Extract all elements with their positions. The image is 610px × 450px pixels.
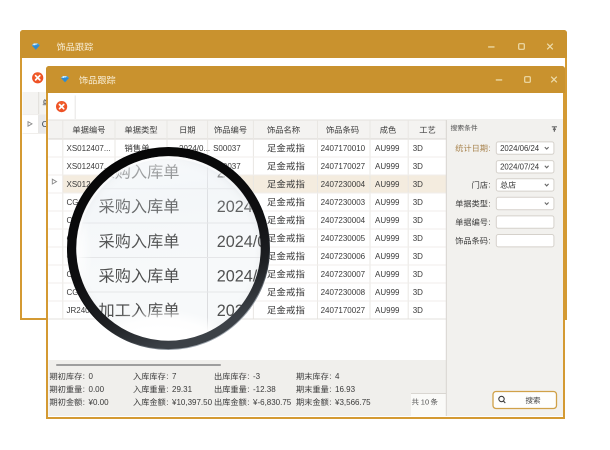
svg-text:AU999: AU999 (375, 198, 400, 207)
svg-text:AU999: AU999 (375, 180, 400, 189)
svg-text:AU999: AU999 (375, 234, 400, 243)
svg-text:4: 4 (335, 372, 340, 381)
svg-text:2024/06/24: 2024/06/24 (500, 144, 540, 153)
svg-text:3D: 3D (413, 198, 423, 207)
svg-text:3D: 3D (413, 234, 423, 243)
svg-text:2407230003: 2407230003 (321, 198, 366, 207)
svg-text::: : (329, 372, 331, 381)
svg-text::: : (166, 372, 168, 381)
svg-text::: : (329, 385, 331, 394)
svg-text:2407230004: 2407230004 (321, 180, 366, 189)
svg-text::: : (83, 372, 85, 381)
svg-text:2407230004: 2407230004 (321, 216, 366, 225)
svg-text:2407230008: 2407230008 (321, 288, 366, 297)
svg-text:AU999: AU999 (375, 270, 400, 279)
svg-text::: : (329, 398, 331, 407)
svg-text::: : (83, 385, 85, 394)
svg-text:AU999: AU999 (375, 216, 400, 225)
svg-text:AU999: AU999 (375, 306, 400, 315)
svg-text::: : (166, 385, 168, 394)
svg-text:3D: 3D (413, 270, 423, 279)
svg-text:-12.38: -12.38 (253, 385, 276, 394)
svg-text:-3: -3 (253, 372, 261, 381)
svg-text:16.93: 16.93 (335, 385, 356, 394)
svg-text:2407170027: 2407170027 (321, 306, 366, 315)
svg-text:¥0.00: ¥0.00 (88, 398, 110, 407)
svg-text:7: 7 (172, 372, 177, 381)
svg-text:0: 0 (89, 372, 94, 381)
svg-text:¥-6,830.75: ¥-6,830.75 (252, 398, 292, 407)
svg-text:AU999: AU999 (375, 288, 400, 297)
svg-text:AU999: AU999 (375, 162, 400, 171)
svg-text:2407230007: 2407230007 (321, 270, 366, 279)
svg-text::: : (489, 237, 491, 246)
svg-text::: : (489, 181, 491, 190)
svg-text:29.31: 29.31 (172, 385, 193, 394)
svg-text::: : (247, 398, 249, 407)
svg-text::: : (247, 385, 249, 394)
svg-text:3D: 3D (413, 162, 423, 171)
svg-text:2407170010: 2407170010 (321, 144, 366, 153)
svg-text:10: 10 (421, 398, 429, 407)
svg-text::: : (489, 218, 491, 227)
svg-text:3D: 3D (413, 216, 423, 225)
svg-text:3D: 3D (413, 306, 423, 315)
svg-text:3D: 3D (413, 252, 423, 261)
svg-text:2407170027: 2407170027 (321, 162, 366, 171)
svg-text::: : (489, 199, 491, 208)
svg-text:2024/07/24: 2024/07/24 (500, 163, 540, 172)
svg-text::: : (489, 144, 491, 153)
svg-text:3D: 3D (413, 288, 423, 297)
svg-text::: : (83, 398, 85, 407)
svg-text:3D: 3D (413, 144, 423, 153)
svg-text:¥10,397.50: ¥10,397.50 (171, 398, 213, 407)
svg-text:2407230005: 2407230005 (321, 234, 366, 243)
svg-text:0.00: 0.00 (89, 385, 105, 394)
svg-text::: : (247, 372, 249, 381)
svg-text::: : (166, 398, 168, 407)
svg-text:¥3,566.75: ¥3,566.75 (334, 398, 371, 407)
svg-text:AU999: AU999 (375, 252, 400, 261)
svg-text:3D: 3D (413, 180, 423, 189)
svg-text:2407230006: 2407230006 (321, 252, 366, 261)
svg-text:AU999: AU999 (375, 144, 400, 153)
